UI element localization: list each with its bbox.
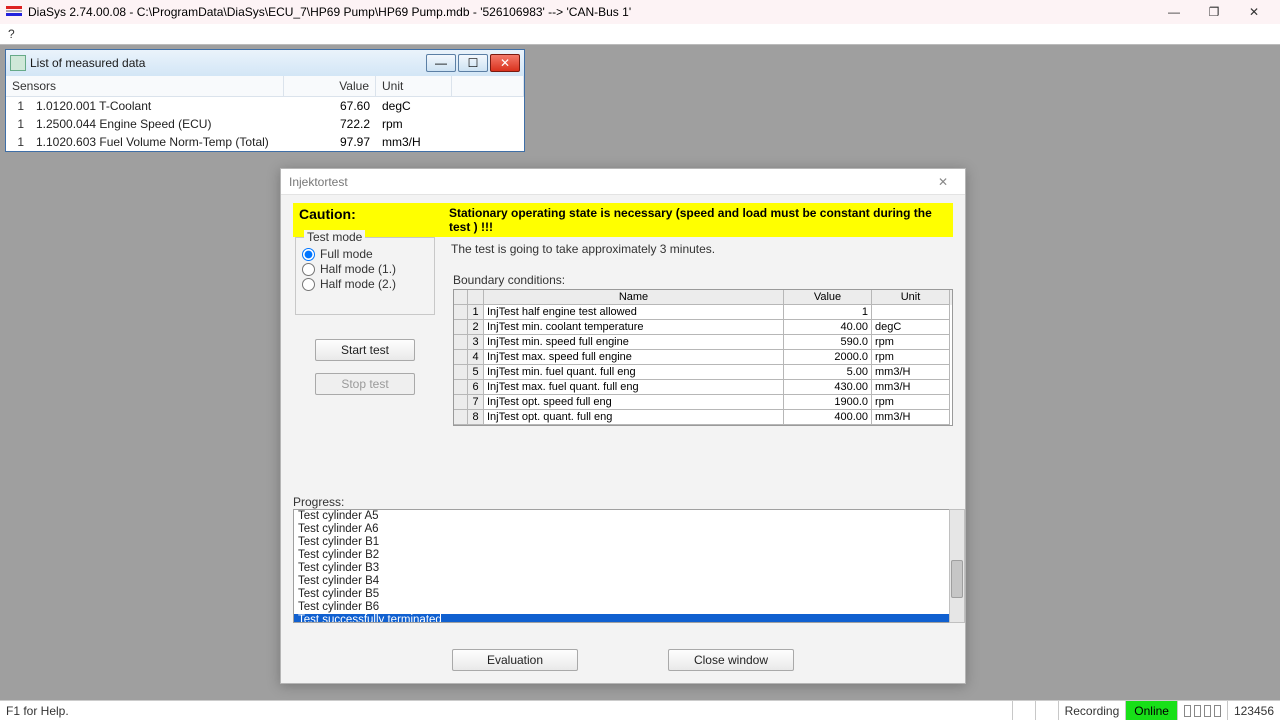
status-online: Online: [1125, 701, 1177, 720]
list-icon: [10, 55, 26, 71]
window-minimize-button[interactable]: —: [1154, 1, 1194, 23]
table-row[interactable]: 7InjTest opt. speed full eng1900.0rpm: [454, 395, 952, 410]
status-counter: 123456: [1227, 701, 1280, 720]
window-close-button[interactable]: ✕: [1234, 1, 1274, 23]
status-help: F1 for Help.: [0, 704, 75, 718]
table-row[interactable]: 3InjTest min. speed full engine590.0rpm: [454, 335, 952, 350]
test-mode-legend: Test mode: [304, 230, 365, 244]
measured-window-title: List of measured data: [30, 56, 426, 70]
test-info-text: The test is going to take approximately …: [451, 242, 715, 256]
close-window-button[interactable]: Close window: [668, 649, 794, 671]
status-bar: F1 for Help. Recording Online 123456: [0, 700, 1280, 720]
menubar: ?: [0, 24, 1280, 44]
table-row[interactable]: 11.2500.044 Engine Speed (ECU)722.2rpm: [6, 115, 524, 133]
col-unit[interactable]: Unit: [376, 76, 452, 96]
table-row[interactable]: 4InjTest max. speed full engine2000.0rpm: [454, 350, 952, 365]
app-titlebar: DiaSys 2.74.00.08 - C:\ProgramData\DiaSy…: [0, 0, 1280, 24]
progress-listbox[interactable]: Test cylinder A5Test cylinder A6Test cyl…: [293, 509, 951, 623]
list-item[interactable]: Test cylinder A6: [294, 523, 950, 536]
mdi-area: List of measured data — ☐ ✕ Sensors Valu…: [0, 44, 1280, 700]
window-maximize-button[interactable]: ❐: [1194, 1, 1234, 23]
child-maximize-button[interactable]: ☐: [458, 54, 488, 72]
test-mode-group: Test mode Full mode Half mode (1.) Half …: [295, 237, 435, 315]
app-title: DiaSys 2.74.00.08 - C:\ProgramData\DiaSy…: [28, 5, 631, 19]
progress-label: Progress:: [293, 495, 344, 509]
list-item[interactable]: Test cylinder B2: [294, 549, 950, 562]
scrollbar-thumb[interactable]: [951, 560, 963, 598]
bc-col-unit[interactable]: Unit: [872, 290, 950, 305]
app-logo-icon: [6, 6, 22, 18]
child-minimize-button[interactable]: —: [426, 54, 456, 72]
status-recording: Recording: [1058, 701, 1126, 720]
status-empty-2: [1035, 701, 1058, 720]
status-indicator-icon: [1177, 701, 1227, 720]
table-row[interactable]: 2InjTest min. coolant temperature40.00de…: [454, 320, 952, 335]
list-item[interactable]: Test cylinder B1: [294, 536, 950, 549]
dialog-close-button[interactable]: ✕: [929, 175, 957, 189]
table-row[interactable]: 5InjTest min. fuel quant. full eng5.00mm…: [454, 365, 952, 380]
help-menu[interactable]: ?: [4, 27, 19, 41]
list-item[interactable]: Test cylinder B5: [294, 588, 950, 601]
list-item[interactable]: Test cylinder B6: [294, 601, 950, 614]
radio-full-mode-input[interactable]: [302, 248, 315, 261]
radio-half-mode-2-input[interactable]: [302, 278, 315, 291]
bc-col-value[interactable]: Value: [784, 290, 872, 305]
boundary-conditions-label: Boundary conditions:: [453, 273, 565, 287]
status-empty-1: [1012, 701, 1035, 720]
caution-text: Stationary operating state is necessary …: [449, 206, 947, 234]
col-sensors[interactable]: Sensors: [6, 76, 284, 96]
evaluation-button[interactable]: Evaluation: [452, 649, 578, 671]
list-item[interactable]: Test successfully terminated: [294, 614, 950, 623]
dialog-title: Injektortest: [289, 175, 348, 189]
table-row[interactable]: 1InjTest half engine test allowed1: [454, 305, 952, 320]
radio-full-mode[interactable]: Full mode: [302, 247, 428, 261]
progress-scrollbar[interactable]: [949, 509, 965, 623]
list-item[interactable]: Test cylinder B3: [294, 562, 950, 575]
table-row[interactable]: 11.0120.001 T-Coolant67.60degC: [6, 97, 524, 115]
start-test-button[interactable]: Start test: [315, 339, 415, 361]
col-value[interactable]: Value: [284, 76, 376, 96]
boundary-conditions-table: Name Value Unit 1InjTest half engine tes…: [453, 289, 953, 426]
radio-half-mode-2[interactable]: Half mode (2.): [302, 277, 428, 291]
caution-banner: Caution: Stationary operating state is n…: [293, 203, 953, 237]
list-item[interactable]: Test cylinder B4: [294, 575, 950, 588]
bc-col-name[interactable]: Name: [484, 290, 784, 305]
measured-data-window: List of measured data — ☐ ✕ Sensors Valu…: [5, 49, 525, 152]
list-item[interactable]: Test cylinder A5: [294, 510, 950, 523]
child-close-button[interactable]: ✕: [490, 54, 520, 72]
measured-grid: Sensors Value Unit 11.0120.001 T-Coolant…: [6, 76, 524, 151]
table-row[interactable]: 8InjTest opt. quant. full eng400.00mm3/H: [454, 410, 952, 425]
injector-test-dialog: Injektortest ✕ Caution: Stationary opera…: [280, 168, 966, 684]
stop-test-button[interactable]: Stop test: [315, 373, 415, 395]
table-row[interactable]: 11.1020.603 Fuel Volume Norm-Temp (Total…: [6, 133, 524, 151]
table-row[interactable]: 6InjTest max. fuel quant. full eng430.00…: [454, 380, 952, 395]
radio-half-mode-1[interactable]: Half mode (1.): [302, 262, 428, 276]
radio-half-mode-1-input[interactable]: [302, 263, 315, 276]
